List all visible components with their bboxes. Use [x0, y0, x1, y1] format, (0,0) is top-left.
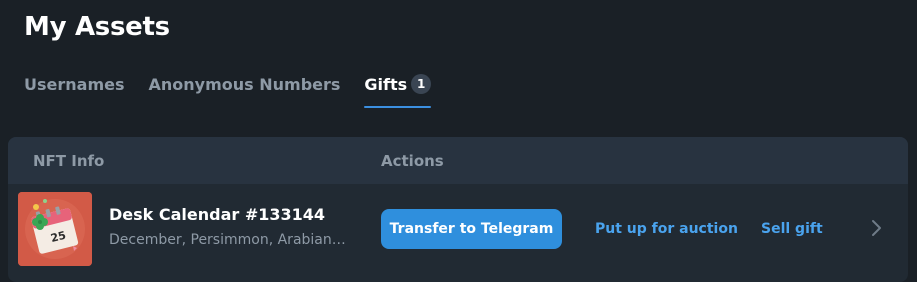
chevron-right-icon[interactable]	[866, 218, 886, 238]
page-title: My Assets	[24, 12, 170, 42]
table-header: NFT Info Actions	[8, 137, 908, 184]
assets-table: NFT Info Actions 25 Desk Calendar #13314…	[8, 137, 908, 282]
tab-gifts[interactable]: Gifts 1	[364, 74, 432, 108]
gifts-count-badge: 1	[411, 74, 432, 94]
chevron-right-graphic	[872, 220, 881, 236]
actions-column-header: Actions	[381, 152, 444, 170]
transfer-to-telegram-button[interactable]: Transfer to Telegram	[381, 209, 562, 249]
gift-title[interactable]: Desk Calendar #133144	[109, 205, 325, 224]
desk-calendar-graphic: 25	[18, 192, 92, 266]
gift-attributes: December, Persimmon, Arabian ...	[109, 232, 349, 248]
tab-gifts-label: Gifts	[364, 74, 408, 94]
put-up-for-auction-button[interactable]: Put up for auction	[595, 221, 738, 237]
tab-usernames[interactable]: Usernames	[24, 74, 125, 108]
tab-usernames-label: Usernames	[24, 74, 125, 94]
nft-info-column-header: NFT Info	[33, 152, 105, 170]
sell-gift-button[interactable]: Sell gift	[761, 221, 823, 237]
table-row[interactable]: 25 Desk Calendar #133144 December, Persi…	[8, 184, 908, 282]
tab-anonymous-numbers-label: Anonymous Numbers	[148, 74, 341, 94]
tab-bar: Usernames Anonymous Numbers Gifts 1	[24, 74, 432, 108]
desk-calendar-icon: 25	[18, 192, 92, 266]
tab-anonymous-numbers[interactable]: Anonymous Numbers	[149, 74, 341, 108]
